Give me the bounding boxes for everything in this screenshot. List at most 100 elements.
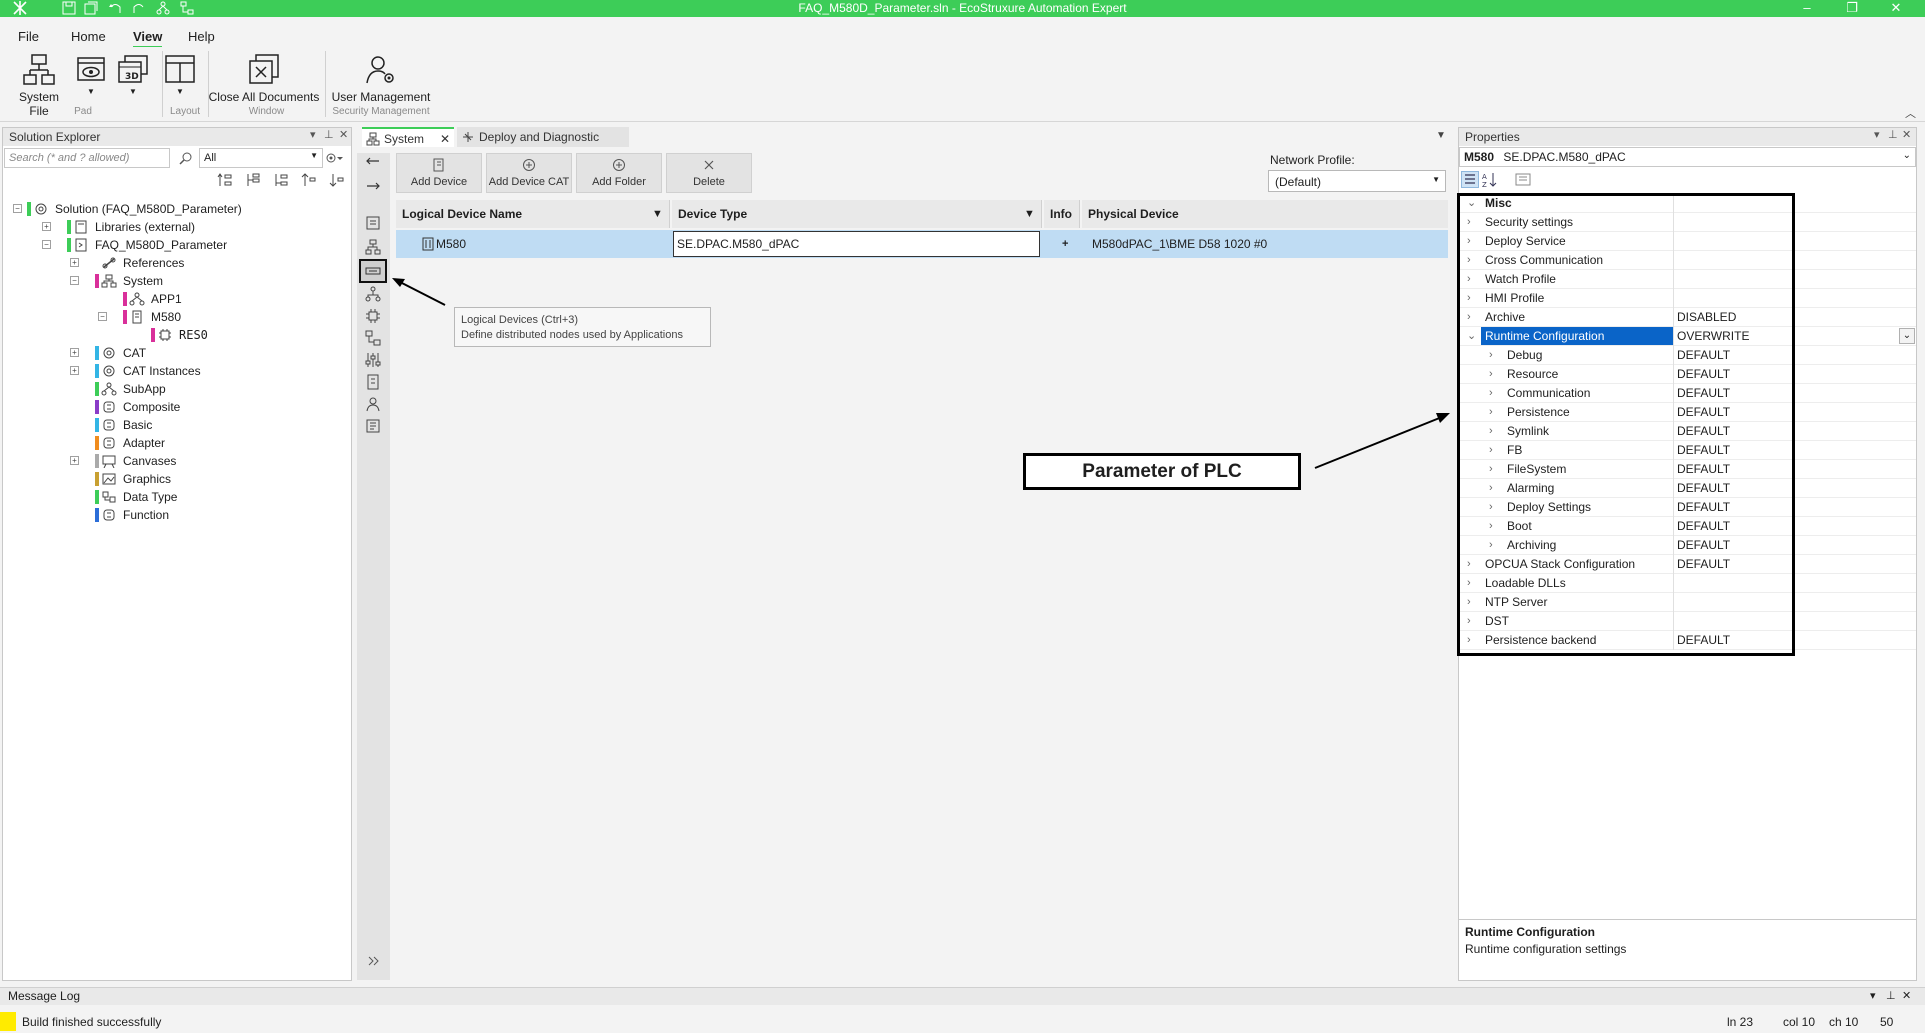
maximize-button[interactable]: ❐ <box>1836 0 1868 17</box>
chevron-right-icon[interactable]: › <box>1467 574 1471 593</box>
property-row[interactable]: ⌄ Runtime Configuration OVERWRITE ⌄ <box>1459 327 1916 346</box>
panel-menu-icon[interactable]: ▾ <box>310 128 316 141</box>
tree-item[interactable]: Graphics <box>3 470 348 488</box>
object-select[interactable]: M580 SE.DPAC.M580_dPAC ⌄ <box>1459 147 1916 167</box>
tree-item[interactable]: − FAQ_M580D_Parameter <box>3 236 348 254</box>
tree-item[interactable]: APP1 <box>3 290 348 308</box>
col-device-type[interactable]: Device Type ▼ <box>672 200 1042 228</box>
mapping-icon[interactable] <box>365 330 381 346</box>
chevron-right-icon[interactable]: › <box>1489 384 1493 403</box>
collapse-toggle-icon[interactable]: − <box>42 240 51 249</box>
panel-menu-icon[interactable]: ▾ <box>1870 989 1876 1002</box>
property-row[interactable]: › Alarming DEFAULT <box>1459 479 1916 498</box>
col-info[interactable]: Info <box>1044 200 1080 228</box>
forward-arrow-icon[interactable] <box>365 178 381 194</box>
property-row[interactable]: › Persistence backend DEFAULT <box>1459 631 1916 650</box>
property-row[interactable]: › Symlink DEFAULT <box>1459 422 1916 441</box>
filter-icon[interactable]: ▼ <box>1024 200 1035 228</box>
property-row[interactable]: › Resource DEFAULT <box>1459 365 1916 384</box>
tree-item[interactable]: + CAT Instances <box>3 362 348 380</box>
move-down-icon[interactable] <box>329 172 345 188</box>
property-row[interactable]: › Cross Communication <box>1459 251 1916 270</box>
expand-toggle-icon[interactable]: + <box>70 366 79 375</box>
property-row[interactable]: › HMI Profile <box>1459 289 1916 308</box>
network-view-icon[interactable] <box>365 286 381 302</box>
add-device-button[interactable]: Add Device <box>396 153 482 193</box>
chevron-right-icon[interactable]: › <box>1467 232 1471 251</box>
logical-devices-button[interactable] <box>359 259 387 283</box>
tree-item[interactable]: Basic <box>3 416 348 434</box>
expand-toggle-icon[interactable]: + <box>70 258 79 267</box>
close-panel-icon[interactable]: ✕ <box>339 128 348 141</box>
property-row[interactable]: › Persistence DEFAULT <box>1459 403 1916 422</box>
chevron-right-icon[interactable]: › <box>1467 213 1471 232</box>
device-icon[interactable] <box>365 374 381 390</box>
close-all-documents-button[interactable]: Close All Documents <box>208 53 320 104</box>
user-device-icon[interactable] <box>365 396 381 412</box>
tab-deploy-diagnostic[interactable]: Deploy and Diagnostic <box>457 127 629 147</box>
minimize-button[interactable]: – <box>1791 0 1823 17</box>
table-row[interactable]: M580 SE.DPAC.M580_dPAC + M580dPAC_1\BME … <box>396 230 1448 258</box>
pin-icon[interactable]: ⊥ <box>324 128 334 141</box>
search-icon[interactable] <box>179 151 193 165</box>
chevron-right-icon[interactable]: › <box>1467 555 1471 574</box>
property-row[interactable]: › FileSystem DEFAULT <box>1459 460 1916 479</box>
chevron-right-icon[interactable]: › <box>1489 460 1493 479</box>
chevron-right-icon[interactable]: › <box>1489 479 1493 498</box>
property-row[interactable]: › FB DEFAULT <box>1459 441 1916 460</box>
chevron-down-icon[interactable]: ⌄ <box>1467 327 1476 346</box>
report-icon[interactable] <box>365 418 381 434</box>
move-up-icon[interactable] <box>301 172 317 188</box>
tree-item[interactable]: − System <box>3 272 348 290</box>
property-pages-icon[interactable] <box>1515 172 1531 187</box>
menu-help[interactable]: Help <box>188 29 215 44</box>
property-row[interactable]: › Communication DEFAULT <box>1459 384 1916 403</box>
topology-icon[interactable] <box>365 239 381 255</box>
property-row[interactable]: › Security settings <box>1459 213 1916 232</box>
chevron-right-icon[interactable]: › <box>1489 498 1493 517</box>
applications-icon[interactable] <box>365 215 381 231</box>
chevron-right-icon[interactable]: › <box>1489 517 1493 536</box>
pin-icon[interactable]: ⊥ <box>1886 989 1896 1002</box>
chevron-right-icon[interactable]: › <box>1467 593 1471 612</box>
tree-item[interactable]: RES0 <box>3 326 348 344</box>
close-button[interactable]: ✕ <box>1880 0 1912 17</box>
property-row[interactable]: › Archive DISABLED <box>1459 308 1916 327</box>
close-panel-icon[interactable]: ✕ <box>1902 128 1911 141</box>
close-tab-icon[interactable]: ✕ <box>440 129 450 149</box>
close-panel-icon[interactable]: ✕ <box>1902 989 1911 1002</box>
categorized-view-icon[interactable] <box>1461 171 1479 188</box>
tree-item[interactable]: Function <box>3 506 348 524</box>
tree-item[interactable]: + CAT <box>3 344 348 362</box>
pad-3d-button[interactable]: 3D ▼ <box>116 53 150 96</box>
user-management-button[interactable]: User Management <box>330 53 432 104</box>
add-device-cat-button[interactable]: Add Device CAT <box>486 153 572 193</box>
chevron-right-icon[interactable]: › <box>1467 289 1471 308</box>
chevron-right-icon[interactable]: › <box>1467 612 1471 631</box>
collapse-toggle-icon[interactable]: − <box>13 204 22 213</box>
expand-all-icon[interactable] <box>245 172 261 188</box>
tree-item[interactable]: − M580 <box>3 308 348 326</box>
property-row[interactable]: › OPCUA Stack Configuration DEFAULT <box>1459 555 1916 574</box>
chevron-right-icon[interactable]: › <box>1489 403 1493 422</box>
tab-overflow-icon[interactable]: ▼ <box>1436 130 1446 141</box>
property-row[interactable]: › NTP Server <box>1459 593 1916 612</box>
dropdown-button[interactable]: ⌄ <box>1899 328 1915 344</box>
tree-item[interactable]: Composite <box>3 398 348 416</box>
menu-home[interactable]: Home <box>71 29 106 44</box>
chevron-right-icon[interactable]: › <box>1489 441 1493 460</box>
solution-search-input[interactable]: Search (* and ? allowed) <box>4 148 170 168</box>
property-row[interactable]: › Deploy Service <box>1459 232 1916 251</box>
pad-view-button[interactable]: ▼ <box>74 53 108 96</box>
collapse-all-icon[interactable] <box>273 172 289 188</box>
property-category[interactable]: ⌄ Misc <box>1459 194 1916 213</box>
tree-item[interactable]: − Solution (FAQ_M580D_Parameter) <box>3 200 348 218</box>
chevron-right-icon[interactable]: › <box>1467 308 1471 327</box>
expand-toggle-icon[interactable]: + <box>70 348 79 357</box>
property-row[interactable]: › Archiving DEFAULT <box>1459 536 1916 555</box>
delete-button[interactable]: Delete <box>666 153 752 193</box>
device-type-cell[interactable]: SE.DPAC.M580_dPAC <box>673 231 1040 257</box>
info-expand-icon[interactable]: + <box>1056 230 1068 258</box>
chevron-right-icon[interactable]: › <box>1467 631 1471 650</box>
panel-menu-icon[interactable]: ▾ <box>1874 128 1880 141</box>
